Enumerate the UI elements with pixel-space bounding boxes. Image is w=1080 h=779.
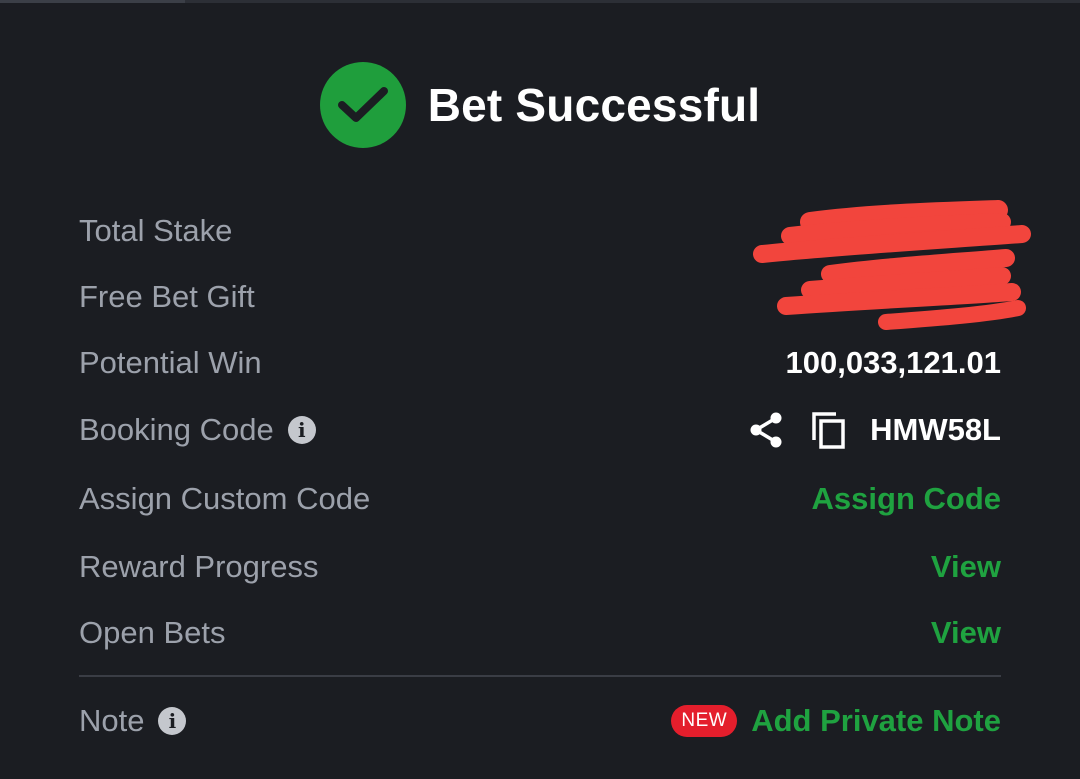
assign-custom-code-label: Assign Custom Code <box>79 481 371 516</box>
reward-progress-view-link[interactable]: View <box>931 549 1001 585</box>
potential-win-row: Potential Win 100,033,121.01 <box>79 338 1001 388</box>
new-badge: NEW <box>671 705 738 737</box>
open-bets-view-link[interactable]: View <box>931 615 1001 651</box>
booking-code-label-group: Booking Code i <box>79 412 316 448</box>
note-row: Note i NEW Add Private Note <box>79 696 1001 746</box>
booking-code-row: Booking Code i HMW58L <box>79 405 1001 455</box>
page-title: Bet Successful <box>427 79 761 131</box>
open-bets-label: Open Bets <box>79 615 226 650</box>
potential-win-value: 100,033,121.01 <box>785 345 1002 380</box>
share-icon[interactable] <box>748 411 784 449</box>
potential-win-label: Potential Win <box>79 345 262 380</box>
free-bet-gift-label: Free Bet Gift <box>79 279 255 314</box>
note-info-icon[interactable]: i <box>158 707 187 735</box>
open-bets-row: Open Bets View <box>79 608 1001 658</box>
booking-code-value: HMW58L <box>870 412 1001 447</box>
booking-code-value-group: HMW58L <box>748 410 1001 450</box>
copy-icon[interactable] <box>810 410 848 450</box>
check-circle-icon <box>319 62 406 148</box>
reward-progress-row: Reward Progress View <box>79 542 1001 592</box>
note-label: Note <box>79 703 145 738</box>
total-stake-label: Total Stake <box>79 213 233 248</box>
top-tab-indicator <box>0 0 185 3</box>
bet-success-screen: Bet Successful Total Stake Free Bet Gift… <box>0 0 1080 779</box>
divider <box>79 675 1001 677</box>
assign-custom-code-row: Assign Custom Code Assign Code <box>79 474 1001 524</box>
booking-code-label: Booking Code <box>79 412 274 447</box>
success-header: Bet Successful <box>0 62 1080 148</box>
note-label-group: Note i <box>79 703 187 739</box>
redaction-scribble <box>753 200 1031 330</box>
reward-progress-label: Reward Progress <box>79 549 319 584</box>
add-private-note-link[interactable]: Add Private Note <box>751 703 1001 739</box>
assign-code-link[interactable]: Assign Code <box>812 481 1001 517</box>
note-action-group: NEW Add Private Note <box>671 703 1001 739</box>
info-icon[interactable]: i <box>287 416 316 444</box>
